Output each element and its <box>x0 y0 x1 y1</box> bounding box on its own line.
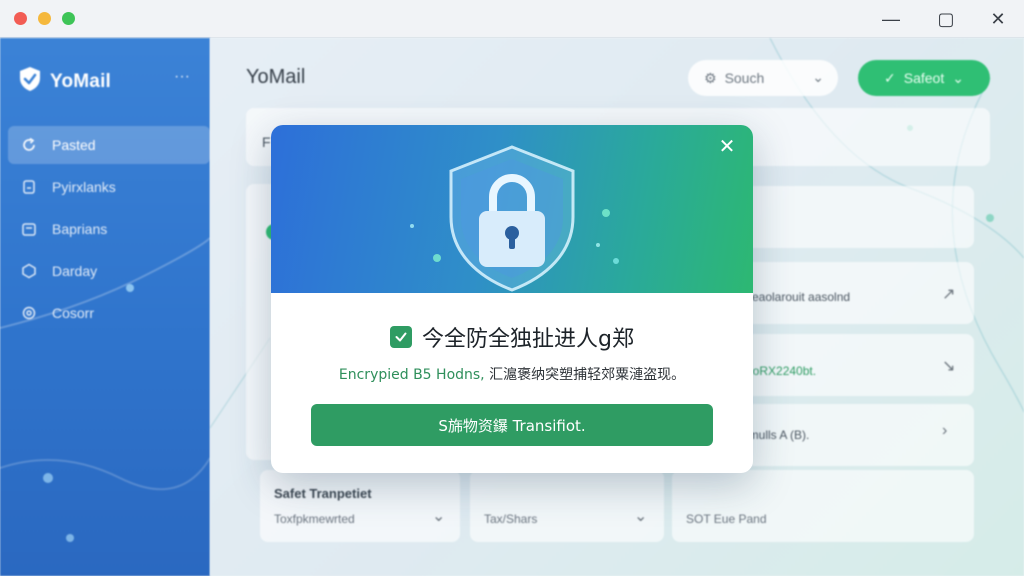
bottom-card-sub: SOT Eue Pand <box>686 512 767 526</box>
close-icon[interactable]: ✕ <box>987 8 1009 30</box>
zoom-window-dot[interactable] <box>62 12 75 25</box>
chevron-down-icon: ⌄ <box>432 508 446 525</box>
search-input[interactable]: ⚙ Souch ⌄ <box>688 60 838 96</box>
settings-icon: ⚙ <box>704 69 717 86</box>
dialog-description-text: 汇滬褒纳突塑捕轻郊粟漣盗现。 <box>484 367 686 383</box>
check-icon: ✓ <box>884 69 896 86</box>
maximize-icon[interactable]: ▢ <box>935 8 957 30</box>
page-title: YoMail <box>246 66 306 88</box>
minimize-icon[interactable]: — <box>880 8 902 30</box>
bottom-card-sub: Tax/Shars <box>484 512 538 526</box>
bottom-card[interactable]: SOT Eue Pand <box>672 470 974 542</box>
dialog-description-highlight: Encrypied B5 Hodns, <box>338 367 485 383</box>
dialog-hero: ✕ <box>271 125 753 293</box>
transfer-button[interactable]: S旆物资鑤 Transifiot. <box>311 404 713 446</box>
chevron-right-icon: › <box>942 422 948 439</box>
dialog-description: Encrypied B5 Hodns, 汇滬褒纳突塑捕轻郊粟漣盗现。 <box>271 364 753 384</box>
window-titlebar: — ▢ ✕ <box>0 0 1024 38</box>
checkbox-checked-icon <box>390 326 413 348</box>
network-lines-decoration <box>0 237 210 542</box>
panel-letter: F <box>262 134 271 150</box>
arrow-icon: ↗ <box>942 286 956 303</box>
sidebar: YoMail ··· Pasted Pyirxlanks Baprians Da <box>0 38 210 576</box>
arrow-icon: ↘ <box>942 358 956 375</box>
chevron-down-icon: ⌄ <box>952 69 964 86</box>
dialog-title: 今全防全独扯进人g郑 <box>422 327 634 352</box>
bottom-card-title: Safet Tranpetiet <box>274 486 372 501</box>
list-item-text: meaolarouit aasolnd <box>742 290 851 304</box>
chevron-down-icon: ⌄ <box>812 69 824 85</box>
minimize-window-dot[interactable] <box>38 12 51 25</box>
list-item-text: iXoRX2240bt. <box>742 364 817 378</box>
search-label: Souch <box>724 70 765 86</box>
safe-button-label: Safeot <box>903 70 945 86</box>
bottom-card[interactable]: Tax/Shars ⌄ <box>470 470 664 542</box>
dialog-heading-row: 今全防全独扯进人g郑 <box>271 321 753 353</box>
chevron-down-icon: ⌄ <box>634 508 648 525</box>
safe-button[interactable]: ✓ Safeot ⌄ <box>858 60 990 96</box>
close-window-dot[interactable] <box>14 12 27 25</box>
bottom-card[interactable]: Safet Tranpetiet Toxfpkmewrted ⌄ <box>260 470 460 542</box>
bottom-card-sub: Toxfpkmewrted <box>274 512 355 526</box>
security-dialog: ✕ 今全防全独扯进人g郑 Encrypied B5 Hodns, 汇滬褒纳突塑捕… <box>271 125 753 473</box>
lock-shield-icon <box>410 145 619 292</box>
close-icon[interactable]: ✕ <box>715 135 739 159</box>
